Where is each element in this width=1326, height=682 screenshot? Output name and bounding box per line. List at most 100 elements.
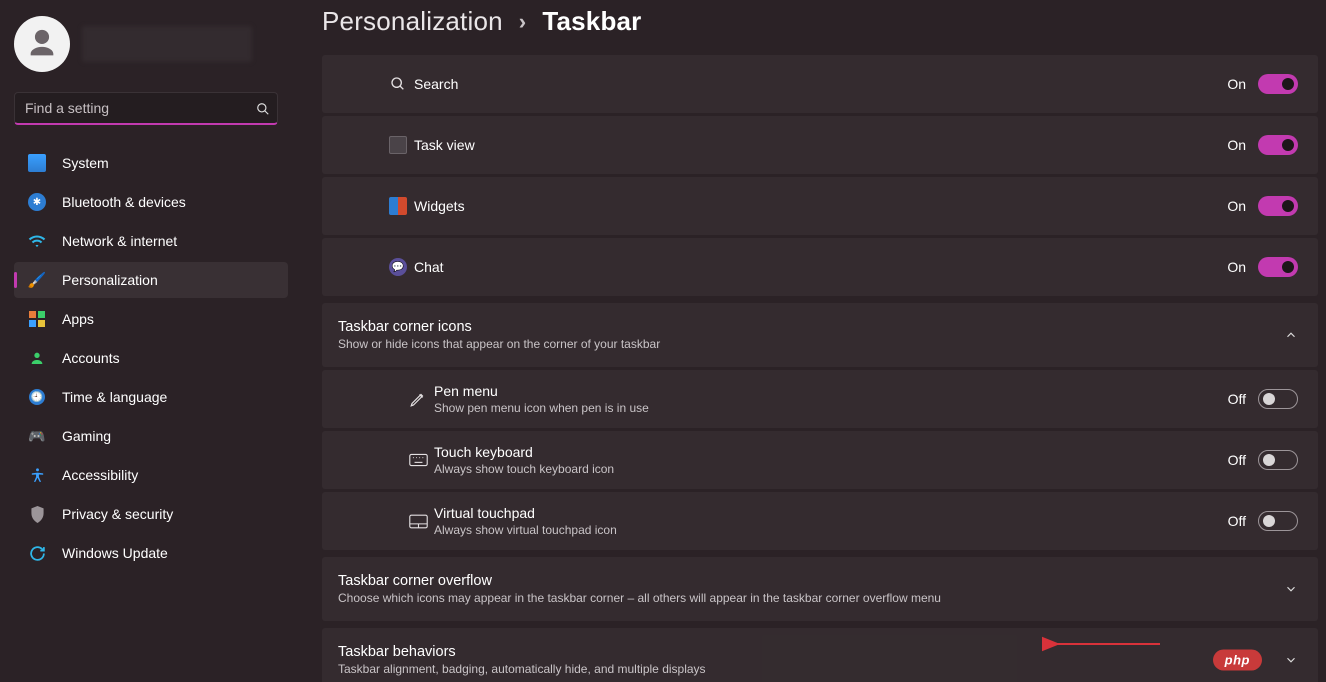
- widgets-icon: [386, 197, 410, 215]
- toggle-virtual-touchpad[interactable]: [1258, 511, 1298, 531]
- section-desc: Show or hide icons that appear on the co…: [338, 337, 660, 351]
- shield-icon: [28, 505, 46, 523]
- chevron-down-icon: [1284, 653, 1298, 667]
- chat-icon: 💬: [386, 258, 410, 276]
- sidebar-item-personalization[interactable]: 🖌️ Personalization: [14, 262, 288, 298]
- setting-desc: Always show virtual touchpad icon: [434, 523, 617, 537]
- setting-label: Task view: [414, 137, 475, 153]
- chevron-right-icon: ›: [519, 9, 527, 35]
- setting-row-touch-keyboard[interactable]: Touch keyboard Always show touch keyboar…: [322, 431, 1318, 489]
- toggle-state-label: On: [1227, 137, 1246, 153]
- accessibility-icon: [28, 466, 46, 484]
- sidebar-item-gaming[interactable]: 🎮 Gaming: [14, 418, 288, 454]
- toggle-state-label: Off: [1228, 452, 1246, 468]
- sidebar-item-label: Gaming: [62, 428, 111, 444]
- avatar: [14, 16, 70, 72]
- bluetooth-icon: ✱: [28, 193, 46, 211]
- sidebar-item-label: System: [62, 155, 109, 171]
- setting-row-chat[interactable]: 💬 Chat On: [322, 238, 1318, 296]
- search-icon[interactable]: [256, 102, 270, 116]
- section-taskbar-corner-icons[interactable]: Taskbar corner icons Show or hide icons …: [322, 303, 1318, 367]
- toggle-touch-keyboard[interactable]: [1258, 450, 1298, 470]
- system-icon: [28, 154, 46, 172]
- chevron-down-icon: [1284, 582, 1298, 596]
- setting-label: Touch keyboard: [434, 444, 614, 460]
- search-wrap: [14, 92, 278, 125]
- toggle-state-label: On: [1227, 76, 1246, 92]
- setting-label: Search: [414, 76, 458, 92]
- sidebar-item-label: Network & internet: [62, 233, 177, 249]
- section-desc: Taskbar alignment, badging, automaticall…: [338, 662, 706, 676]
- section-taskbar-corner-overflow[interactable]: Taskbar corner overflow Choose which ico…: [322, 557, 1318, 621]
- profile-name-redacted: [82, 26, 252, 62]
- sidebar: System ✱ Bluetooth & devices Network & i…: [0, 0, 300, 682]
- taskbar-items-group: Search On Task view On Widgets On: [322, 55, 1318, 296]
- toggle-search[interactable]: [1258, 74, 1298, 94]
- sidebar-item-time[interactable]: 🕘 Time & language: [14, 379, 288, 415]
- person-icon: [28, 349, 46, 367]
- setting-label: Virtual touchpad: [434, 505, 617, 521]
- sidebar-item-label: Time & language: [62, 389, 167, 405]
- corner-icons-items: Pen menu Show pen menu icon when pen is …: [322, 370, 1318, 550]
- content: Search On Task view On Widgets On: [322, 55, 1322, 682]
- toggle-state-label: Off: [1228, 391, 1246, 407]
- setting-row-task-view[interactable]: Task view On: [322, 116, 1318, 174]
- section-title: Taskbar corner overflow: [338, 573, 941, 589]
- breadcrumb-parent[interactable]: Personalization: [322, 6, 503, 37]
- toggle-state-label: On: [1227, 259, 1246, 275]
- main-content: Personalization › Taskbar Search On Task…: [300, 0, 1326, 682]
- breadcrumb-current: Taskbar: [542, 6, 641, 37]
- section-desc: Choose which icons may appear in the tas…: [338, 591, 941, 605]
- toggle-widgets[interactable]: [1258, 196, 1298, 216]
- task-view-icon: [386, 136, 410, 154]
- sidebar-item-label: Windows Update: [62, 545, 168, 561]
- sidebar-item-update[interactable]: Windows Update: [14, 535, 288, 571]
- setting-desc: Show pen menu icon when pen is in use: [434, 401, 649, 415]
- setting-row-pen-menu[interactable]: Pen menu Show pen menu icon when pen is …: [322, 370, 1318, 428]
- search-input[interactable]: [14, 92, 278, 125]
- section-title: Taskbar behaviors: [338, 644, 706, 660]
- annotation-arrow: [1042, 632, 1162, 656]
- pen-icon: [406, 390, 430, 408]
- toggle-state-label: On: [1227, 198, 1246, 214]
- sidebar-item-accounts[interactable]: Accounts: [14, 340, 288, 376]
- breadcrumb: Personalization › Taskbar: [322, 6, 1322, 37]
- sidebar-item-accessibility[interactable]: Accessibility: [14, 457, 288, 493]
- sidebar-item-privacy[interactable]: Privacy & security: [14, 496, 288, 532]
- gamepad-icon: 🎮: [28, 427, 46, 445]
- setting-row-widgets[interactable]: Widgets On: [322, 177, 1318, 235]
- sidebar-item-network[interactable]: Network & internet: [14, 223, 288, 259]
- toggle-state-label: Off: [1228, 513, 1246, 529]
- nav: System ✱ Bluetooth & devices Network & i…: [4, 145, 288, 571]
- sidebar-item-label: Accessibility: [62, 467, 138, 483]
- chevron-up-icon: [1284, 328, 1298, 342]
- clock-icon: 🕘: [28, 388, 46, 406]
- search-icon: [386, 76, 410, 92]
- wifi-icon: [28, 232, 46, 250]
- sidebar-item-apps[interactable]: Apps: [14, 301, 288, 337]
- sidebar-item-label: Privacy & security: [62, 506, 173, 522]
- sidebar-item-label: Personalization: [62, 272, 158, 288]
- section-title: Taskbar corner icons: [338, 319, 660, 335]
- toggle-task-view[interactable]: [1258, 135, 1298, 155]
- sidebar-item-label: Accounts: [62, 350, 120, 366]
- paintbrush-icon: 🖌️: [28, 271, 46, 289]
- setting-row-search[interactable]: Search On: [322, 55, 1318, 113]
- keyboard-icon: [406, 453, 430, 467]
- sidebar-item-label: Bluetooth & devices: [62, 194, 186, 210]
- profile-section[interactable]: [4, 12, 288, 86]
- setting-desc: Always show touch keyboard icon: [434, 462, 614, 476]
- php-badge: php: [1213, 650, 1262, 671]
- setting-label: Widgets: [414, 198, 465, 214]
- sidebar-item-label: Apps: [62, 311, 94, 327]
- sidebar-item-bluetooth[interactable]: ✱ Bluetooth & devices: [14, 184, 288, 220]
- toggle-chat[interactable]: [1258, 257, 1298, 277]
- section-taskbar-behaviors[interactable]: Taskbar behaviors Taskbar alignment, bad…: [322, 628, 1318, 682]
- sidebar-item-system[interactable]: System: [14, 145, 288, 181]
- setting-row-virtual-touchpad[interactable]: Virtual touchpad Always show virtual tou…: [322, 492, 1318, 550]
- update-icon: [28, 544, 46, 562]
- apps-icon: [28, 310, 46, 328]
- setting-label: Chat: [414, 259, 444, 275]
- toggle-pen-menu[interactable]: [1258, 389, 1298, 409]
- touchpad-icon: [406, 514, 430, 529]
